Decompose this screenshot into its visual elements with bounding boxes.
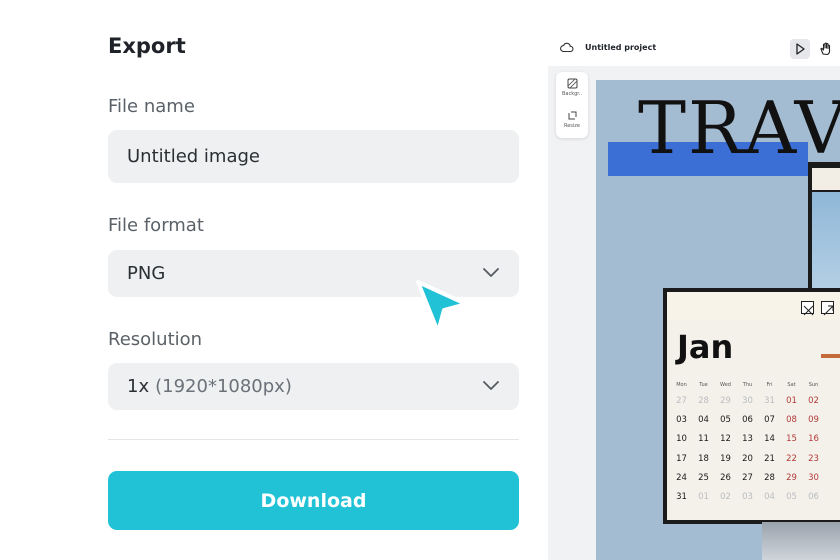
chevron-down-icon xyxy=(483,380,499,390)
expand-icon xyxy=(821,301,834,316)
calendar-week-row: 10 11 12 13 14 15 16 xyxy=(667,434,840,448)
calendar-day: 02 xyxy=(808,396,819,406)
pointer-icon xyxy=(796,43,805,55)
headline-text: TRAV xyxy=(638,86,840,170)
calendar-day: 28 xyxy=(764,472,775,483)
cloud-icon[interactable] xyxy=(560,41,574,53)
calendar-day: 04 xyxy=(764,492,775,502)
hand-tool-button[interactable] xyxy=(816,39,836,59)
select-tool-button[interactable] xyxy=(790,39,810,59)
calendar-day: 01 xyxy=(786,396,797,406)
calendar-month: Jan xyxy=(677,328,734,366)
calendar-day: 23 xyxy=(808,453,819,464)
calendar-card: Jan Mon Tue Wed Thu Fri Sat Sun 27 28 29 30 31 01 02 0… xyxy=(663,288,840,524)
background-icon xyxy=(567,78,577,89)
close-icon xyxy=(801,301,814,316)
calendar-day: 29 xyxy=(720,396,731,406)
calendar-day: 01 xyxy=(698,492,709,502)
resize-tool-label: Resize xyxy=(563,123,581,129)
editor-top-spacer xyxy=(548,0,840,30)
calendar-day: 30 xyxy=(742,396,753,406)
file-format-value: PNG xyxy=(127,263,166,284)
resolution-label: Resolution xyxy=(108,329,203,350)
resolution-dimensions: (1920*1080px) xyxy=(155,376,292,397)
editor-topbar: Untitled project xyxy=(548,30,840,66)
calendar-day: 17 xyxy=(676,453,687,464)
resolution-select[interactable]: 1x (1920*1080px) xyxy=(108,363,519,410)
calendar-day: 06 xyxy=(808,492,819,502)
calendar-day: 10 xyxy=(676,434,687,445)
file-format-label: File format xyxy=(108,215,204,236)
calendar-day: 06 xyxy=(742,415,753,426)
calendar-week-row: 24 25 26 27 28 29 30 xyxy=(667,473,840,487)
calendar-day: 22 xyxy=(786,453,797,464)
bottom-photo xyxy=(762,522,840,560)
pointer-cursor-icon xyxy=(416,280,468,334)
calendar-day: 03 xyxy=(742,492,753,502)
project-title[interactable]: Untitled project xyxy=(585,43,656,52)
calendar-weekday: Fri xyxy=(766,382,773,388)
calendar-day: 02 xyxy=(720,492,731,502)
calendar-day: 08 xyxy=(786,415,797,426)
calendar-week-row: 03 04 05 06 07 08 09 xyxy=(667,415,840,429)
divider xyxy=(108,439,519,440)
calendar-day: 29 xyxy=(786,472,797,483)
hand-icon xyxy=(820,42,831,56)
calendar-day: 12 xyxy=(720,434,731,445)
calendar-day: 30 xyxy=(808,472,819,483)
calendar-day: 27 xyxy=(742,472,753,483)
calendar-day: 28 xyxy=(698,396,709,406)
calendar-day: 11 xyxy=(698,434,709,445)
background-tool-label: Backgr.. xyxy=(561,91,583,97)
calendar-weekday-row: Mon Tue Wed Thu Fri Sat Sun xyxy=(667,382,840,396)
calendar-weekday: Thu xyxy=(742,382,753,388)
calendar-day: 04 xyxy=(698,415,709,426)
chevron-down-icon xyxy=(483,267,499,277)
calendar-day: 27 xyxy=(676,396,687,406)
calendar-weekday: Sat xyxy=(787,382,796,388)
calendar-week-row: 27 28 29 30 31 01 02 xyxy=(667,396,840,410)
calendar-week-row: 17 18 19 20 21 22 23 xyxy=(667,454,840,468)
calendar-day: 26 xyxy=(720,472,731,483)
calendar-day: 13 xyxy=(742,434,753,445)
calendar-day: 14 xyxy=(764,434,775,445)
calendar-day: 21 xyxy=(764,453,775,464)
calendar-day: 19 xyxy=(720,453,731,464)
file-name-value: Untitled image xyxy=(127,146,260,167)
calendar-day: 07 xyxy=(764,415,775,426)
download-button[interactable]: Download xyxy=(108,471,519,530)
background-tool[interactable]: Backgr.. xyxy=(556,78,588,97)
calendar-day: 31 xyxy=(676,492,687,502)
resize-tool[interactable]: Resize xyxy=(556,110,588,129)
resolution-value: 1x xyxy=(127,376,150,397)
calendar-weekday: Sun xyxy=(808,382,819,388)
file-name-input[interactable]: Untitled image xyxy=(108,130,519,183)
calendar-day: 05 xyxy=(720,415,731,426)
calendar-day: 03 xyxy=(676,415,687,426)
calendar-day: 16 xyxy=(808,434,819,445)
side-toolbar: Backgr.. Resize xyxy=(556,72,588,138)
calendar-day: 09 xyxy=(808,415,819,426)
calendar-day: 24 xyxy=(676,472,687,483)
calendar-day: 18 xyxy=(698,453,709,464)
calendar-week-row: 31 01 02 03 04 05 06 xyxy=(667,492,840,506)
calendar-weekday: Tue xyxy=(699,382,708,388)
resize-icon xyxy=(568,111,576,120)
export-title: Export xyxy=(108,34,186,58)
calendar-weekday: Wed xyxy=(720,382,731,388)
calendar-day: 25 xyxy=(698,472,709,483)
calendar-weekday: Mon xyxy=(676,382,687,388)
calendar-day: 15 xyxy=(786,434,797,445)
file-name-label: File name xyxy=(108,96,195,117)
calendar-day: 20 xyxy=(742,453,753,464)
calendar-day: 05 xyxy=(786,492,797,502)
calendar-day: 31 xyxy=(764,396,775,406)
export-panel: Export File name Untitled image File for… xyxy=(0,0,548,560)
